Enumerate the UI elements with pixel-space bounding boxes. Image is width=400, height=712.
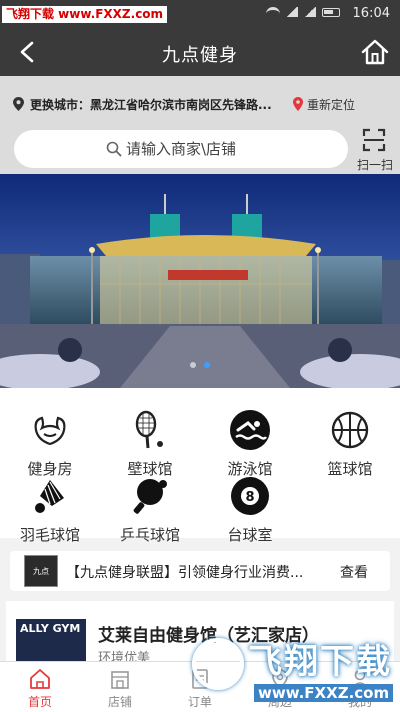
category-badminton[interactable]: 羽毛球馆 <box>0 468 100 544</box>
shuttlecock-icon <box>35 480 64 513</box>
category-label: 篮球馆 <box>327 460 373 478</box>
change-city-link[interactable]: 更换城市：黑龙江省哈尔滨市南岗区先锋路... <box>30 96 278 113</box>
status-bar: 飞翔下载 www.FXXZ.com 16:04 <box>0 0 400 28</box>
svg-text:8: 8 <box>245 490 254 505</box>
wifi-icon <box>266 7 280 17</box>
bottom-tab-bar: 首页 店铺 订单 周边 我的 <box>0 661 400 712</box>
tab-label: 周边 <box>267 695 292 709</box>
relocate-label: 重新定位 <box>307 98 356 112</box>
swimmer-icon <box>230 410 270 450</box>
relocate-button[interactable]: 重新定位 <box>292 96 355 113</box>
category-label: 乒乓球馆 <box>119 526 180 544</box>
battery-icon <box>322 7 340 17</box>
billiard-ball-icon: 8 <box>231 477 269 515</box>
tab-label: 我的 <box>347 695 372 709</box>
category-label: 羽毛球馆 <box>19 526 80 544</box>
tab-label: 店铺 <box>107 695 132 709</box>
news-view-link[interactable]: 查看 <box>340 562 368 582</box>
store-name: 艾莱自由健身馆（艺汇家店） <box>98 626 319 646</box>
banner-carousel[interactable] <box>0 174 400 388</box>
tab-label: 订单 <box>187 695 212 709</box>
search-icon <box>106 141 122 157</box>
home-tab-icon <box>30 669 50 689</box>
scan-icon <box>362 128 386 152</box>
category-squash[interactable]: 壁球馆 <box>100 402 200 478</box>
home-button[interactable] <box>360 38 390 66</box>
status-time: 16:04 <box>352 6 390 21</box>
location-pin-icon <box>13 97 24 111</box>
page-title: 九点健身 <box>162 45 238 66</box>
location-row: 更换城市：黑龙江省哈尔滨市南岗区先锋路... 重新定位 <box>0 76 400 130</box>
banner-image <box>0 174 400 388</box>
tab-home[interactable]: 首页 <box>0 662 80 712</box>
search-input[interactable] <box>126 130 336 168</box>
tab-label: 首页 <box>27 695 52 709</box>
home-icon <box>361 39 389 65</box>
category-swimming[interactable]: 游泳馆 <box>200 402 300 478</box>
category-gym[interactable]: 健身房 <box>0 402 100 478</box>
squash-racket-icon <box>135 410 163 449</box>
tab-profile[interactable]: 我的 <box>320 662 400 712</box>
category-basketball[interactable]: 篮球馆 <box>300 402 400 478</box>
store-card[interactable]: ALLY GYM 艾莱自由健身馆（艺汇家店） 环境优美 <box>6 601 394 661</box>
search-row: 扫一扫 <box>0 124 400 174</box>
tab-store[interactable]: 店铺 <box>80 662 160 712</box>
nearby-tab-icon <box>272 669 288 690</box>
profile-tab-icon <box>351 669 369 689</box>
watermark-banner: 飞翔下载 www.FXXZ.com <box>2 6 168 23</box>
search-box[interactable] <box>14 130 348 168</box>
ping-pong-icon <box>133 479 167 514</box>
tab-nearby[interactable]: 周边 <box>240 662 320 712</box>
scan-label: 扫一扫 <box>356 158 393 172</box>
basketball-icon <box>331 411 369 449</box>
category-billiards[interactable]: 8 台球室 <box>200 468 300 544</box>
carousel-dot-active[interactable] <box>204 362 210 368</box>
signal-icon <box>286 7 298 17</box>
tab-order[interactable]: 订单 <box>160 662 240 712</box>
store-thumbnail: ALLY GYM <box>16 619 86 661</box>
signal-icon-2 <box>304 7 316 17</box>
muscle-icon <box>34 416 66 446</box>
category-label: 台球室 <box>227 526 273 544</box>
carousel-dots <box>0 362 400 368</box>
news-logo: 九点 <box>24 555 58 587</box>
scan-button[interactable]: 扫一扫 <box>352 128 398 172</box>
status-icons <box>266 7 340 17</box>
order-tab-icon <box>192 669 208 689</box>
store-tab-icon <box>111 671 129 689</box>
category-grid: 健身房 壁球馆 游泳馆 篮球馆 羽毛球馆 乒乓球馆 8 台球室 <box>0 388 400 544</box>
store-description: 环境优美 <box>98 651 151 661</box>
category-ping-pong[interactable]: 乒乓球馆 <box>100 468 200 544</box>
nav-bar: 九点健身 <box>0 28 400 76</box>
news-headline: 【九点健身联盟】引领健身行业消费... <box>66 565 304 581</box>
news-ticker[interactable]: 九点 【九点健身联盟】引领健身行业消费... 查看 <box>10 551 390 591</box>
carousel-dot[interactable] <box>190 362 196 368</box>
